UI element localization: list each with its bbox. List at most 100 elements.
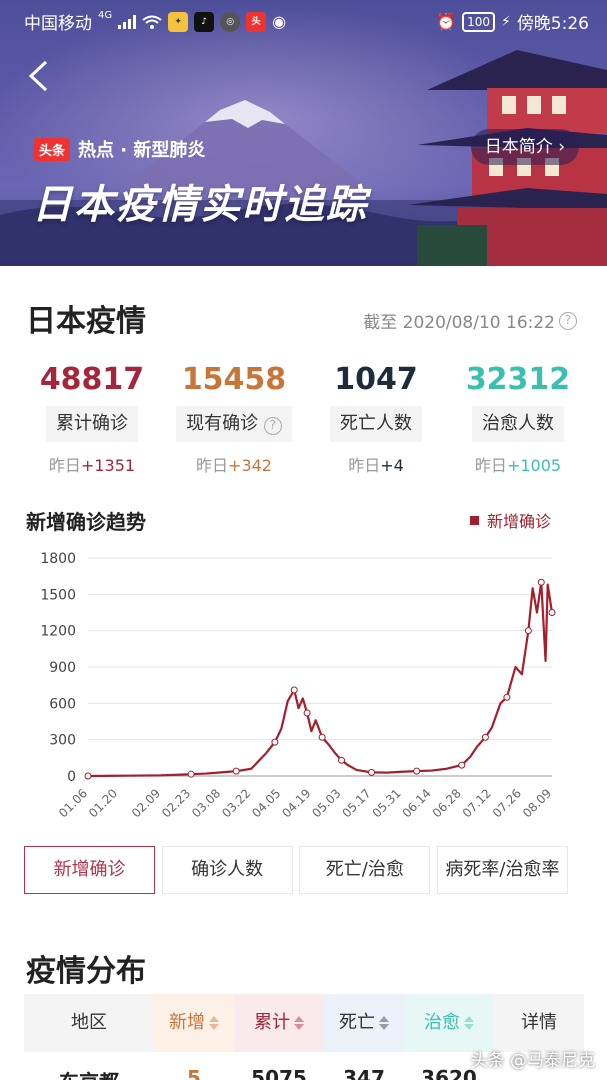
- data-point: [337, 756, 345, 764]
- tab-deaths-recovered[interactable]: 死亡/治愈: [299, 846, 431, 894]
- column-header-label: 累计: [254, 1012, 290, 1033]
- series-line: [87, 581, 554, 778]
- data-point: [413, 767, 421, 775]
- data-point: [271, 738, 279, 746]
- app-icon-round: ◎: [220, 11, 241, 32]
- x-tick-label: 02.09: [129, 786, 163, 820]
- wifi-icon: [142, 15, 162, 29]
- stat-cumulative: 48817 累计确诊 昨日+1351: [22, 360, 162, 476]
- tab-new-confirmed[interactable]: 新增确诊: [24, 846, 155, 894]
- data-point: [503, 693, 511, 701]
- stats-row: 48817 累计确诊 昨日+1351 15458 现有确诊 ? 昨日+342 1…: [22, 360, 588, 476]
- delta-prefix: 昨日: [474, 456, 507, 475]
- column-header-label: 详情: [521, 1012, 557, 1033]
- stat-delta: 昨日+4: [306, 452, 446, 476]
- y-tick-label: 0: [67, 769, 76, 785]
- network-type: 4G: [98, 10, 113, 21]
- page-title: 日本疫情实时追踪: [32, 182, 368, 228]
- data-point: [84, 772, 92, 780]
- topic-text: 热点 · 新型肺炎: [78, 140, 206, 161]
- x-tick-label: 03.22: [219, 786, 253, 820]
- legend-label: 新增确诊: [486, 512, 551, 531]
- stat-deaths: 1047 死亡人数 昨日+4: [306, 360, 446, 476]
- column-header[interactable]: 累计: [234, 994, 324, 1052]
- delta-value: +1351: [80, 456, 136, 475]
- stat-label: 治愈人数: [472, 406, 564, 442]
- table-cell: 5075: [251, 1066, 307, 1080]
- data-point: [187, 770, 195, 778]
- update-time-text: 截至 2020/08/10 16:22: [363, 313, 555, 333]
- carrier-label: 中国移动: [24, 14, 92, 34]
- data-point: [303, 709, 311, 717]
- tab-rates[interactable]: 病死率/治愈率: [436, 846, 568, 894]
- distribution-title: 疫情分布: [26, 954, 146, 989]
- data-point: [368, 768, 376, 776]
- update-time: 截至 2020/08/10 16:22 ?: [363, 308, 577, 333]
- chart-title: 新增确诊趋势: [26, 510, 146, 534]
- x-tick-label: 01.20: [86, 786, 120, 820]
- column-header-label: 治愈: [424, 1012, 460, 1033]
- stat-delta: 昨日+1005: [448, 452, 588, 476]
- delta-value: +4: [380, 456, 404, 475]
- column-header: 详情: [494, 994, 584, 1052]
- data-point: [524, 627, 532, 635]
- delta-prefix: 昨日: [48, 456, 81, 475]
- x-tick-label: 05.03: [309, 786, 343, 820]
- y-tick-label: 1800: [40, 551, 76, 567]
- column-header[interactable]: 死亡: [324, 994, 404, 1052]
- x-tick-label: 05.31: [370, 786, 404, 820]
- sort-icon: [294, 1016, 304, 1030]
- watermark: 头条 @马泰尼克: [471, 1046, 595, 1071]
- x-tick-label: 01.06: [56, 786, 90, 820]
- table-cell: 东京都: [24, 1052, 154, 1080]
- alarm-icon: ⏰: [436, 12, 457, 31]
- stat-delta: 昨日+1351: [22, 452, 162, 476]
- app-icon-yellow: ✦: [168, 11, 189, 32]
- header-banner: 中国移动 4G ✦ ♪ ◎ 头 ◉ ⏰ 100 ⚡ 傍晚5:26 头条 热点 ·…: [0, 0, 607, 266]
- japan-intro-button[interactable]: 日本简介 ›: [470, 129, 579, 165]
- data-point: [318, 733, 326, 741]
- chart-tabs: 新增确诊 确诊人数 死亡/治愈 病死率/治愈率: [24, 846, 568, 894]
- stat-current: 15458 现有确诊 ? 昨日+342: [164, 360, 304, 476]
- y-tick-label: 900: [49, 660, 76, 676]
- clock-time: 傍晚5:26: [516, 14, 589, 34]
- stat-recovered: 32312 治愈人数 昨日+1005: [448, 360, 588, 476]
- stat-label: 现有确诊 ?: [176, 406, 292, 442]
- trend-line-chart[interactable]: 0 300 600 900 1200 1500 1800 01.0601.20 02.0902.…: [0, 540, 607, 830]
- sort-icon: [379, 1016, 389, 1030]
- column-header[interactable]: 治愈: [404, 994, 494, 1052]
- chevron-right-icon: ›: [558, 137, 565, 157]
- x-tick-label: 06.14: [400, 786, 434, 820]
- stat-value: 32312: [465, 362, 571, 397]
- table-cell: 5: [187, 1066, 201, 1080]
- chart-legend[interactable]: 新增确诊: [469, 508, 551, 532]
- tiktok-icon: ♪: [194, 11, 215, 32]
- battery-icon: 100: [462, 11, 495, 32]
- delta-value: +342: [228, 456, 272, 475]
- x-tick-label: 07.26: [490, 786, 524, 820]
- column-header[interactable]: 新增: [154, 994, 234, 1052]
- help-icon[interactable]: ?: [559, 311, 577, 330]
- column-header-label: 新增: [169, 1012, 205, 1033]
- delta-value: +1005: [506, 456, 562, 475]
- stat-value: 15458: [181, 362, 287, 397]
- sort-icon: [209, 1016, 219, 1030]
- stat-label-text: 现有确诊: [186, 413, 259, 434]
- column-header-label: 地区: [71, 1012, 107, 1033]
- toutiao-icon: 头: [246, 11, 267, 32]
- charging-icon: ⚡: [500, 13, 511, 30]
- help-icon[interactable]: ?: [263, 417, 282, 435]
- y-tick-label: 600: [49, 696, 76, 712]
- tab-confirmed-total[interactable]: 确诊人数: [161, 846, 293, 894]
- legend-swatch: [469, 515, 479, 525]
- data-point: [290, 686, 298, 694]
- column-header: 地区: [24, 994, 154, 1052]
- japan-intro-label: 日本简介: [484, 137, 553, 157]
- wechat-icon: ◉: [272, 12, 287, 31]
- stat-value: 1047: [334, 362, 418, 397]
- stat-label: 死亡人数: [330, 406, 422, 442]
- x-tick-label: 03.08: [189, 786, 223, 820]
- delta-prefix: 昨日: [196, 456, 229, 475]
- data-point: [548, 609, 556, 616]
- back-button[interactable]: [26, 58, 62, 98]
